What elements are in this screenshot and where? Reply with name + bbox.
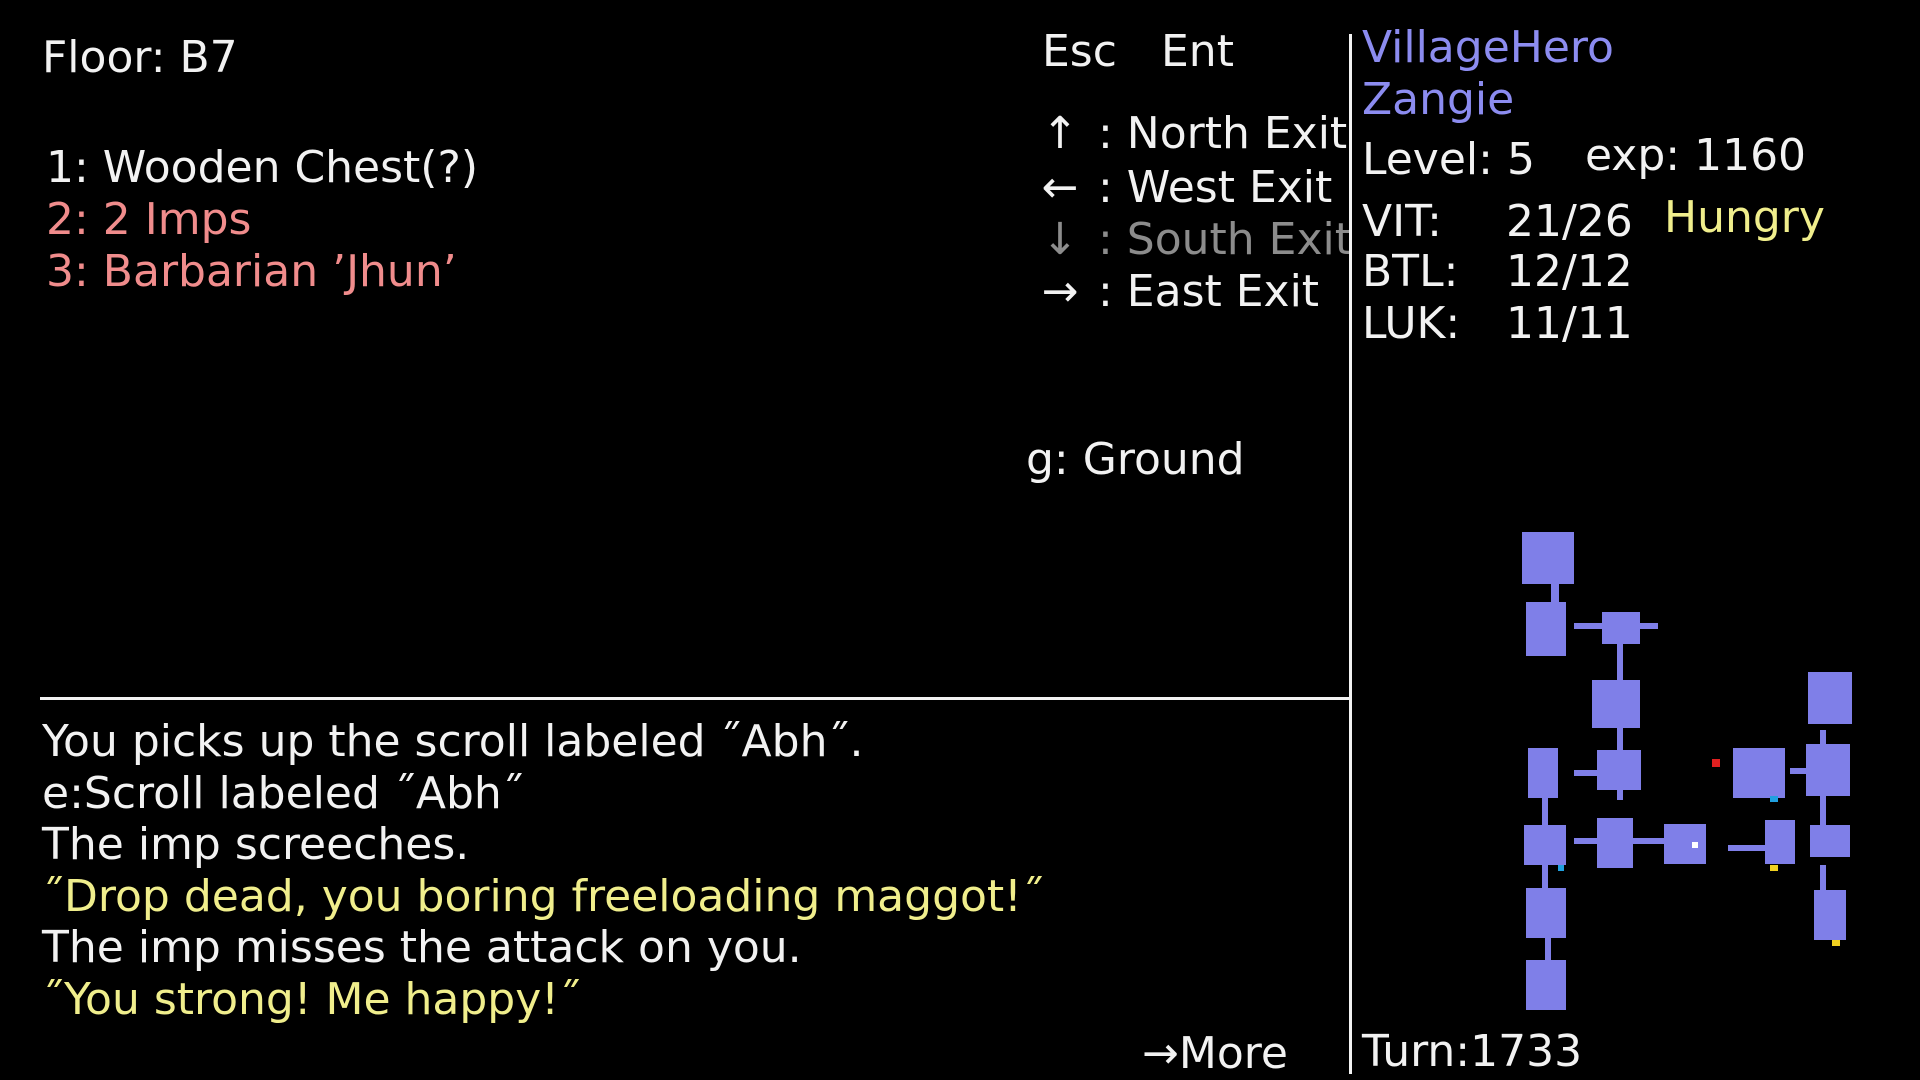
- west-exit-button[interactable]: ← : West Exit: [1022, 162, 1333, 214]
- item-marker-icon: [1832, 940, 1840, 946]
- party-member-name: Zangie: [1362, 74, 1515, 125]
- exp-label: exp: 1160: [1585, 130, 1807, 181]
- left-arrow-icon: ←: [1041, 162, 1079, 213]
- stat-label: BTL:: [1362, 246, 1459, 297]
- stat-vit: VIT: 21/26: [1362, 196, 1633, 248]
- south-exit-button[interactable]: ↓ : South Exit: [1022, 214, 1352, 266]
- right-arrow-icon: →: [1041, 266, 1079, 317]
- esc-button[interactable]: Esc: [1042, 26, 1117, 78]
- east-exit-button[interactable]: → : East Exit: [1022, 266, 1320, 318]
- item-marker-icon: [1770, 865, 1778, 871]
- stat-label: LUK:: [1362, 298, 1461, 349]
- south-exit-label: : South Exit: [1098, 214, 1352, 265]
- entity-enemy-barbarian[interactable]: 3: Barbarian ’Jhun’: [46, 246, 478, 298]
- hero-name: VillageHero: [1362, 22, 1614, 73]
- horizontal-divider: [40, 697, 1349, 700]
- entity-item-chest[interactable]: 1: Wooden Chest(?): [46, 142, 478, 194]
- ground-button[interactable]: g: Ground: [1026, 434, 1245, 486]
- east-exit-label: : East Exit: [1098, 266, 1320, 317]
- turn-counter: Turn:1733: [1362, 1026, 1583, 1077]
- up-arrow-icon: ↑: [1041, 108, 1079, 159]
- enter-button[interactable]: Ent: [1161, 26, 1234, 78]
- stat-value: 12/12: [1506, 246, 1633, 297]
- log-message: ˝You strong! Me happy!˝: [42, 973, 581, 1025]
- log-message: ˝Drop dead, you boring freeloading maggo…: [42, 870, 1044, 922]
- log-message: The imp screeches.: [42, 819, 470, 870]
- log-message: You picks up the scroll labeled ˝Abh˝.: [42, 716, 864, 767]
- condition-badge: Hungry: [1664, 192, 1825, 243]
- stat-label: VIT:: [1362, 196, 1442, 247]
- down-arrow-icon: ↓: [1041, 214, 1079, 265]
- log-message: e:Scroll labeled ˝Abh˝: [42, 767, 524, 819]
- west-exit-label: : West Exit: [1098, 162, 1333, 213]
- enemy-marker-icon: [1712, 759, 1720, 767]
- stairs-marker-icon: [1770, 796, 1778, 802]
- level-label: Level: 5: [1362, 134, 1535, 185]
- stat-value: 21/26: [1506, 196, 1633, 247]
- north-exit-label: : North Exit: [1098, 108, 1348, 159]
- dungeon-minimap: [1522, 532, 1852, 1010]
- vertical-divider: [1349, 34, 1352, 1074]
- entity-list: 1: Wooden Chest(?) 2: 2 Imps 3: Barbaria…: [46, 142, 478, 298]
- log-message: The imp misses the attack on you.: [42, 922, 802, 973]
- message-log: You picks up the scroll labeled ˝Abh˝. e…: [42, 716, 1044, 1025]
- stat-luk: LUK: 11/11: [1362, 298, 1633, 350]
- stairs-marker-icon: [1558, 865, 1564, 871]
- north-exit-button[interactable]: ↑ : North Exit: [1022, 108, 1348, 160]
- player-marker-icon: [1692, 842, 1698, 848]
- more-button[interactable]: →More: [1142, 1028, 1288, 1080]
- stat-value: 11/11: [1506, 298, 1633, 349]
- floor-label: Floor: B7: [42, 32, 238, 83]
- entity-enemy-imps[interactable]: 2: 2 Imps: [46, 194, 478, 246]
- stat-btl: BTL: 12/12: [1362, 246, 1633, 298]
